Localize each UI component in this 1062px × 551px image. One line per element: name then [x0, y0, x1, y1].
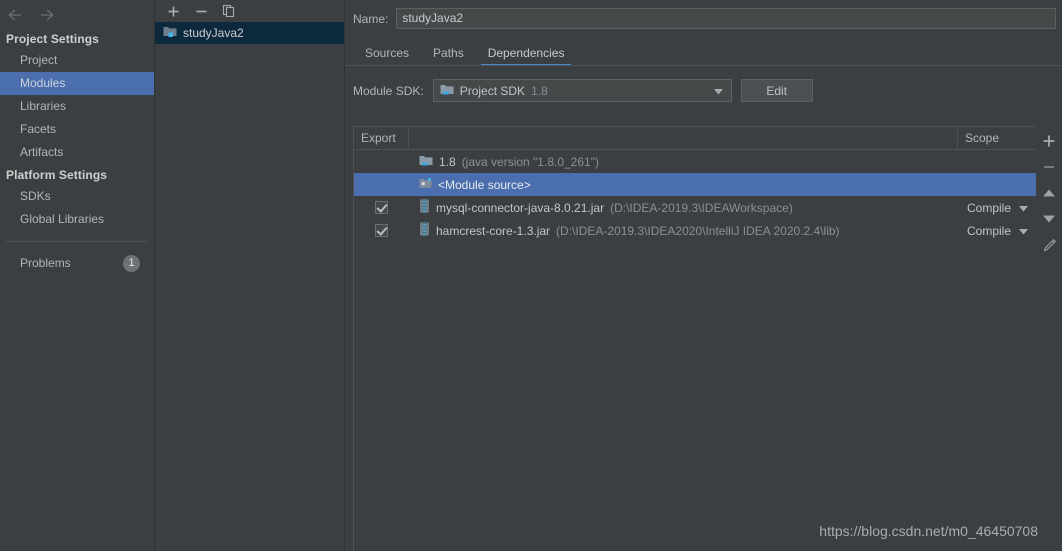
jar-icon	[419, 199, 430, 216]
modules-toolbar	[155, 0, 344, 22]
dependencies-table-wrap: Export Scope 1.8 (java version "1.8.0_26…	[353, 126, 1062, 551]
cell-scope[interactable]: Compile	[958, 224, 1036, 238]
dependency-name: 1.8	[439, 154, 456, 169]
sidebar-item-facets[interactable]: Facets	[0, 118, 154, 141]
scope-value: Compile	[966, 200, 1011, 215]
cell-export	[354, 201, 409, 214]
sidebar-item-libraries[interactable]: Libraries	[0, 95, 154, 118]
sidebar-divider	[6, 241, 148, 242]
remove-dependency-button[interactable]	[1036, 154, 1062, 180]
dependency-name: mysql-connector-java-8.0.21.jar	[436, 200, 605, 215]
sidebar-item-global-libraries[interactable]: Global Libraries	[0, 208, 154, 231]
dependency-name: <Module source>	[438, 177, 531, 192]
module-name-input[interactable]	[396, 8, 1056, 29]
modules-list[interactable]: studyJava2	[155, 22, 344, 551]
problems-count-badge: 1	[123, 255, 140, 272]
plus-icon[interactable]	[165, 3, 181, 19]
module-sdk-version: 1.8	[531, 83, 548, 98]
tab-paths[interactable]: Paths	[421, 46, 476, 66]
sidebar-item-label: Problems	[20, 256, 71, 270]
table-row[interactable]: hamcrest-core-1.3.jar (D:\IDEA-2019.3\ID…	[354, 219, 1036, 242]
dependency-detail: (D:\IDEA-2019.3\IDEA2020\IntelliJ IDEA 2…	[556, 223, 840, 238]
settings-sidebar: Project Settings Project Modules Librari…	[0, 0, 155, 551]
export-checkbox[interactable]	[375, 224, 388, 237]
arrow-right-icon[interactable]	[38, 8, 56, 24]
sidebar-group-title: Project Settings	[6, 32, 99, 46]
table-row[interactable]: 1.8 (java version "1.8.0_261")	[354, 150, 1036, 173]
cell-scope[interactable]: Compile	[958, 201, 1036, 215]
edit-dependency-button[interactable]	[1036, 232, 1062, 258]
sidebar-group-project-settings: Project Settings Project Modules Librari…	[0, 28, 154, 164]
module-sdk-row: Module SDK: Project SDK 1.8 Edit	[345, 66, 1062, 102]
column-header-name[interactable]	[409, 127, 958, 149]
dependency-name: hamcrest-core-1.3.jar	[436, 223, 551, 238]
cell-export	[354, 224, 409, 237]
cell-name: hamcrest-core-1.3.jar (D:\IDEA-2019.3\ID…	[409, 222, 958, 239]
name-label: Name:	[353, 11, 389, 26]
module-source-icon	[419, 177, 432, 193]
minus-icon[interactable]	[193, 3, 209, 19]
column-header-export[interactable]: Export	[354, 127, 409, 149]
copy-icon[interactable]	[221, 3, 237, 19]
module-editor: Name: Sources Paths Dependencies Module …	[345, 0, 1062, 551]
arrow-left-icon[interactable]	[6, 8, 24, 24]
module-sdk-label: Module SDK:	[353, 83, 424, 98]
sidebar-item-project[interactable]: Project	[0, 49, 154, 72]
sidebar-item-modules[interactable]: Modules	[0, 72, 154, 95]
move-down-button[interactable]	[1036, 206, 1062, 232]
cell-name: <Module source>	[409, 177, 958, 193]
edit-sdk-button[interactable]: Edit	[740, 79, 813, 102]
move-up-button[interactable]	[1036, 180, 1062, 206]
dependencies-side-toolbar	[1036, 126, 1062, 551]
project-structure-dialog: Project Settings Project Modules Librari…	[0, 0, 1062, 551]
sidebar-item-artifacts[interactable]: Artifacts	[0, 141, 154, 164]
cell-name: mysql-connector-java-8.0.21.jar (D:\IDEA…	[409, 199, 958, 216]
jdk-folder-icon	[440, 83, 454, 99]
module-name: studyJava2	[183, 26, 244, 40]
sidebar-navigation	[0, 0, 154, 28]
sidebar-item-sdks[interactable]: SDKs	[0, 185, 154, 208]
module-folder-icon	[163, 25, 177, 41]
dependencies-table[interactable]: Export Scope 1.8 (java version "1.8.0_26…	[353, 126, 1036, 551]
table-row[interactable]: <Module source>	[354, 173, 1036, 196]
tabs-underline	[345, 65, 1062, 66]
export-checkbox[interactable]	[375, 201, 388, 214]
table-row[interactable]: mysql-connector-java-8.0.21.jar (D:\IDEA…	[354, 196, 1036, 219]
chevron-down-icon	[713, 84, 723, 98]
module-sdk-value: Project SDK	[459, 83, 526, 98]
scope-value: Compile	[966, 223, 1011, 238]
dependency-detail: (java version "1.8.0_261")	[461, 154, 599, 169]
modules-panel: studyJava2	[155, 0, 345, 551]
sidebar-group-platform-settings: Platform Settings SDKs Global Libraries	[0, 164, 154, 231]
tab-sources[interactable]: Sources	[353, 46, 421, 66]
module-name-row: Name:	[345, 0, 1062, 29]
column-header-scope[interactable]: Scope	[958, 127, 1036, 149]
module-tabs: Sources Paths Dependencies	[345, 40, 1062, 66]
sidebar-group-title: Platform Settings	[6, 168, 108, 182]
jar-icon	[419, 222, 430, 239]
table-header: Export Scope	[354, 127, 1036, 150]
list-item[interactable]: studyJava2	[155, 22, 344, 44]
sidebar-item-problems[interactable]: Problems 1	[0, 252, 154, 275]
chevron-down-icon	[1019, 201, 1028, 215]
jdk-folder-icon	[419, 154, 433, 170]
dependency-detail: (D:\IDEA-2019.3\IDEAWorkspace)	[610, 200, 793, 215]
watermark: https://blog.csdn.net/m0_46450708	[819, 523, 1038, 539]
tab-dependencies[interactable]: Dependencies	[476, 46, 577, 66]
module-sdk-combobox[interactable]: Project SDK 1.8	[432, 79, 732, 102]
add-dependency-button[interactable]	[1036, 128, 1062, 154]
cell-name: 1.8 (java version "1.8.0_261")	[409, 154, 958, 170]
chevron-down-icon	[1019, 224, 1028, 238]
